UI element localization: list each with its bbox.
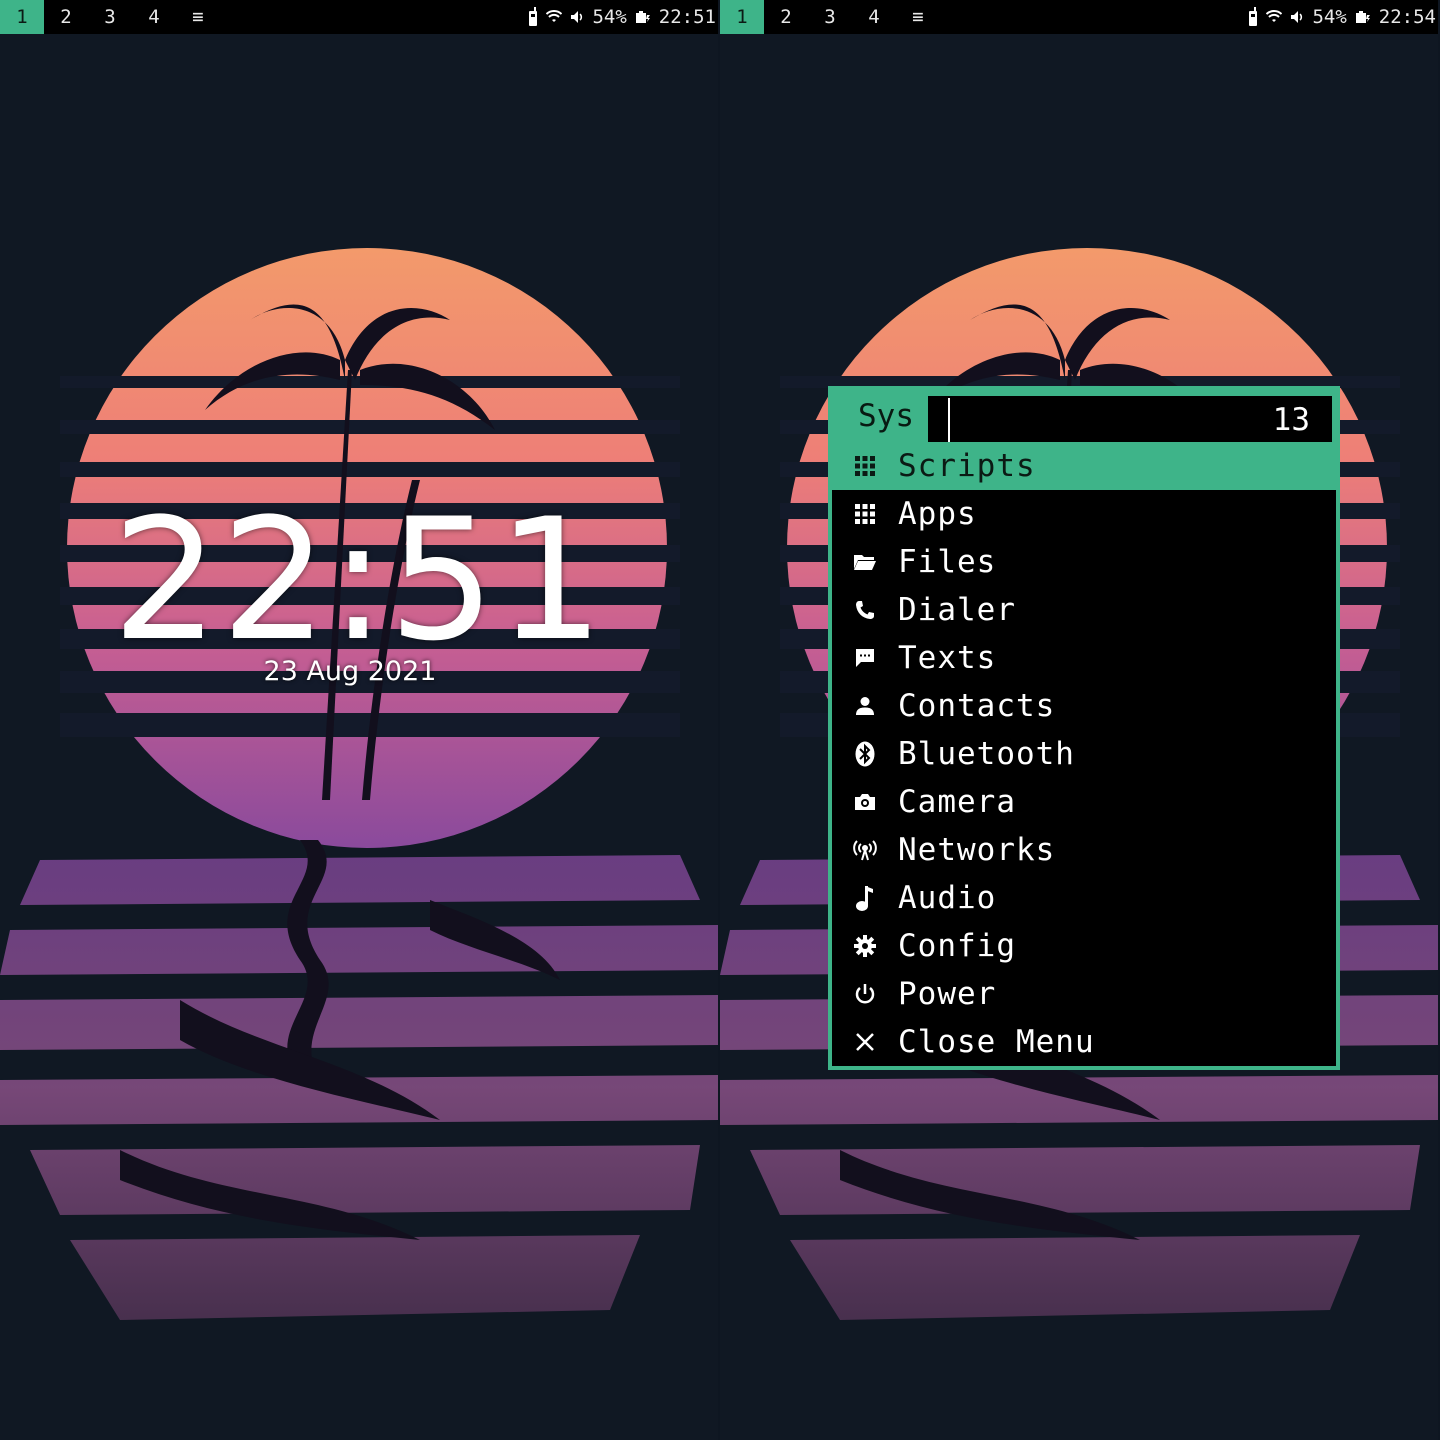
menu-item-label: Contacts [898,688,1056,724]
gear-icon [832,935,898,957]
menu-item-label: Close Menu [898,1024,1095,1060]
menu-item-power[interactable]: Power [832,970,1336,1018]
message-icon [832,648,898,668]
menu-item-label: Dialer [898,592,1016,628]
music-note-icon [832,884,898,912]
menu-search-input[interactable]: 13 [928,396,1332,442]
menu-item-label: Audio [898,880,997,916]
workspace-1-tab[interactable]: 1 [720,0,764,34]
wallpaper [0,0,718,1440]
wifi-icon [1266,10,1283,24]
top-bar: 1 2 3 4 ≡ 54% 22:54 [720,0,1438,34]
menu-item-apps[interactable]: Apps [832,490,1336,538]
menu-item-scripts[interactable]: Scripts [832,442,1336,490]
text-caret [948,398,950,442]
battery-percent: 54% [1312,6,1347,28]
workspace-4-tab[interactable]: 4 [132,0,176,34]
battery-percent: 54% [592,6,627,28]
status-area: 54% 22:51 [528,0,716,34]
menu-item-files[interactable]: Files [832,538,1336,586]
person-icon [832,696,898,716]
menu-item-count: 13 [1272,402,1310,438]
bluetooth-icon [832,741,898,767]
menu-item-networks[interactable]: Networks [832,826,1336,874]
menu-item-label: Scripts [898,448,1036,484]
lockscreen-panel: 1 2 3 4 ≡ 54% 22:51 22:51 23 Aug 2021 [0,0,718,1440]
clock: 22:54 [1378,6,1436,28]
menu-list: Scripts Apps Files Dialer Texts Contacts [832,442,1336,1066]
menu-item-bluetooth[interactable]: Bluetooth [832,730,1336,778]
menu-item-texts[interactable]: Texts [832,634,1336,682]
menu-item-label: Texts [898,640,997,676]
menu-item-contacts[interactable]: Contacts [832,682,1336,730]
menu-item-config[interactable]: Config [832,922,1336,970]
camera-icon [832,793,898,811]
close-icon [832,1032,898,1052]
folder-icon [832,553,898,571]
menu-item-label: Apps [898,496,977,532]
menu-icon[interactable]: ≡ [176,0,220,34]
workspace-1-tab[interactable]: 1 [0,0,44,34]
volume-icon [570,10,584,24]
clock: 22:51 [658,6,716,28]
top-bar: 1 2 3 4 ≡ 54% 22:51 [0,0,718,34]
menu-item-label: Power [898,976,997,1012]
menu-item-camera[interactable]: Camera [832,778,1336,826]
grid-icon [832,456,898,476]
volume-icon [1290,10,1304,24]
phone-icon [1248,7,1258,27]
lockscreen-time: 22:51 [111,482,607,678]
battery-charging-icon [1355,10,1371,24]
workspace-3-tab[interactable]: 3 [808,0,852,34]
system-menu: Sys 13 Scripts Apps Files Dialer Texts C… [828,386,1340,1070]
menu-panel: 1 2 3 4 ≡ 54% 22:54 Sys 13 Scripts Apps … [720,0,1438,1440]
lockscreen-date: 23 Aug 2021 [263,656,437,687]
power-icon [832,983,898,1005]
menu-prompt: Sys [858,398,914,434]
wifi-icon [546,10,563,24]
menu-item-dialer[interactable]: Dialer [832,586,1336,634]
menu-icon[interactable]: ≡ [896,0,940,34]
workspace-2-tab[interactable]: 2 [44,0,88,34]
status-area: 54% 22:54 [1248,0,1436,34]
menu-item-label: Config [898,928,1016,964]
battery-charging-icon [635,10,651,24]
menu-item-audio[interactable]: Audio [832,874,1336,922]
workspace-2-tab[interactable]: 2 [764,0,808,34]
antenna-icon [832,839,898,861]
menu-item-close-menu[interactable]: Close Menu [832,1018,1336,1066]
workspace-3-tab[interactable]: 3 [88,0,132,34]
menu-header: Sys 13 [832,390,1336,442]
phone-icon [528,7,538,27]
grid-icon [832,504,898,524]
workspace-4-tab[interactable]: 4 [852,0,896,34]
menu-item-label: Bluetooth [898,736,1075,772]
phone-icon [832,600,898,620]
menu-item-label: Files [898,544,997,580]
menu-item-label: Camera [898,784,1016,820]
menu-item-label: Networks [898,832,1056,868]
